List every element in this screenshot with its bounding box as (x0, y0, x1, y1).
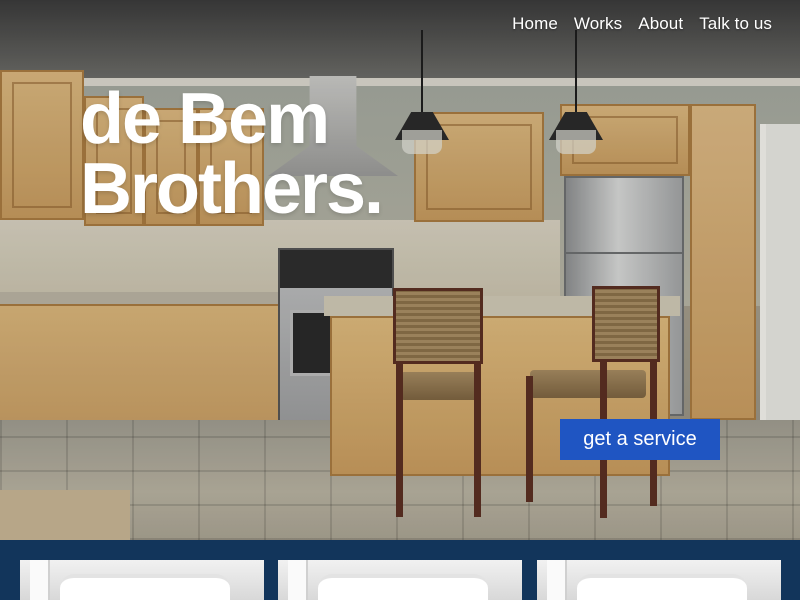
brand-title-line1: de Bem (80, 79, 330, 159)
service-card[interactable] (278, 560, 522, 600)
service-card-image (30, 560, 50, 600)
main-nav: Home Works About Talk to us (512, 14, 772, 34)
nav-link-about[interactable]: About (638, 14, 683, 34)
nav-link-home[interactable]: Home (512, 14, 558, 34)
hero-section: Home Works About Talk to us de Bem Broth… (0, 0, 800, 540)
service-card-image (318, 574, 488, 600)
services-strip (0, 540, 800, 600)
service-card-image (547, 560, 567, 600)
nav-link-talk-to-us[interactable]: Talk to us (699, 14, 772, 34)
service-card-image (577, 574, 747, 600)
brand-title-line2: Brothers. (80, 149, 384, 229)
service-card-image (288, 560, 308, 600)
service-card-image (60, 574, 230, 600)
get-a-service-button[interactable]: get a service (560, 419, 720, 460)
service-card[interactable] (537, 560, 781, 600)
nav-link-works[interactable]: Works (574, 14, 622, 34)
brand-title: de Bem Brothers. (80, 79, 384, 229)
service-card[interactable] (20, 560, 264, 600)
